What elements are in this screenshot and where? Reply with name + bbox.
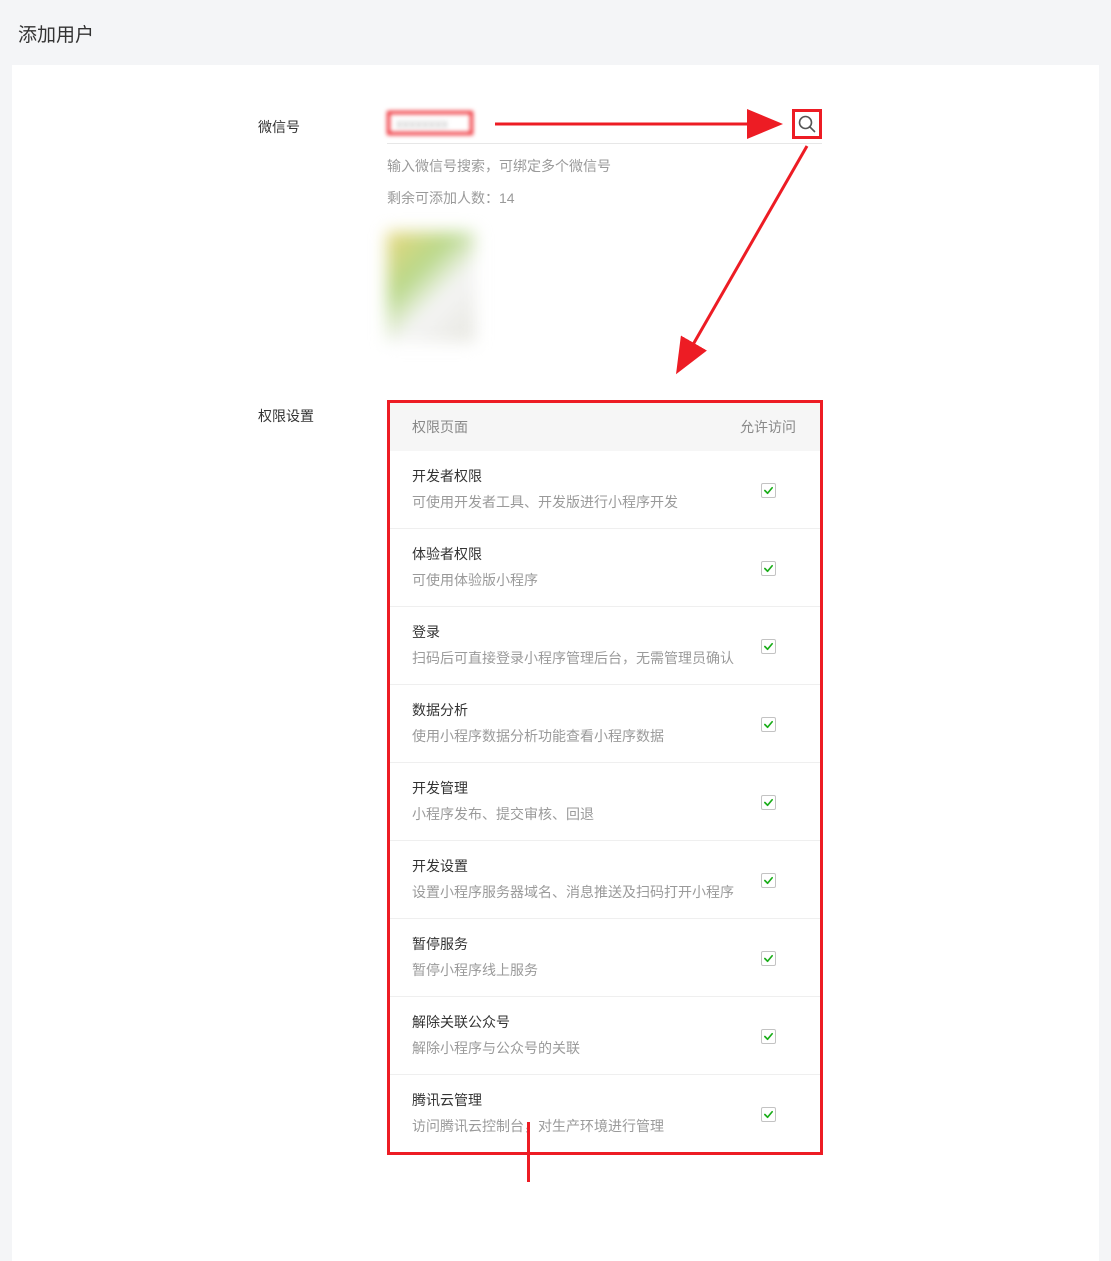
permissions-panel: 权限页面 允许访问 开发者权限可使用开发者工具、开发版进行小程序开发体验者权限可… <box>387 400 823 1155</box>
perm-text: 开发管理小程序发布、提交审核、回退 <box>412 778 738 824</box>
check-icon <box>763 719 774 730</box>
search-button[interactable] <box>792 109 822 139</box>
perm-title: 腾讯云管理 <box>412 1090 738 1110</box>
perm-desc: 设置小程序服务器域名、消息推送及扫码打开小程序 <box>412 882 738 902</box>
perm-check-wrap <box>738 871 798 888</box>
perm-text: 腾讯云管理访问腾讯云控制台，对生产环境进行管理 <box>412 1090 738 1136</box>
perm-check-wrap <box>738 1105 798 1122</box>
perm-checkbox[interactable] <box>761 717 776 732</box>
perm-row: 登录扫码后可直接登录小程序管理后台，无需管理员确认 <box>390 607 820 685</box>
perm-desc: 扫码后可直接登录小程序管理后台，无需管理员确认 <box>412 648 738 668</box>
annotation-bar-bottom <box>527 1122 530 1182</box>
perm-title: 解除关联公众号 <box>412 1012 738 1032</box>
perm-check-wrap <box>738 715 798 732</box>
perm-text: 数据分析使用小程序数据分析功能查看小程序数据 <box>412 700 738 746</box>
perm-text: 开发者权限可使用开发者工具、开发版进行小程序开发 <box>412 466 738 512</box>
perm-checkbox[interactable] <box>761 1107 776 1122</box>
perm-text: 登录扫码后可直接登录小程序管理后台，无需管理员确认 <box>412 622 738 668</box>
perm-check-wrap <box>738 1027 798 1044</box>
perm-text: 暂停服务暂停小程序线上服务 <box>412 934 738 980</box>
search-hint-1: 输入微信号搜索，可绑定多个微信号 <box>387 156 1099 176</box>
perm-header-page: 权限页面 <box>412 417 738 437</box>
perm-title: 登录 <box>412 622 738 642</box>
permissions-body: 开发者权限可使用开发者工具、开发版进行小程序开发体验者权限可使用体验版小程序登录… <box>390 451 820 1152</box>
perm-check-wrap <box>738 793 798 810</box>
remaining-count: 14 <box>499 190 515 206</box>
wechat-label: 微信号 <box>12 111 387 137</box>
perm-row: 数据分析使用小程序数据分析功能查看小程序数据 <box>390 685 820 763</box>
check-icon <box>763 797 774 808</box>
perm-checkbox[interactable] <box>761 639 776 654</box>
check-icon <box>763 1109 774 1120</box>
avatar <box>387 232 475 342</box>
permissions-header: 权限页面 允许访问 <box>390 403 820 451</box>
annotation-arrow-2 <box>667 141 827 381</box>
main-card: 微信号 xxxxxxxx 输入微信号搜索，可绑定多个微信号 剩余可添加人数：14 <box>12 65 1099 1261</box>
permissions-row: 权限设置 权限页面 允许访问 开发者权限可使用开发者工具、开发版进行小程序开发体… <box>12 400 1099 1155</box>
perm-check-wrap <box>738 949 798 966</box>
perm-row: 暂停服务暂停小程序线上服务 <box>390 919 820 997</box>
perm-checkbox[interactable] <box>761 951 776 966</box>
wechat-row: 微信号 xxxxxxxx 输入微信号搜索，可绑定多个微信号 剩余可添加人数：14 <box>12 111 1099 342</box>
search-icon <box>797 114 817 134</box>
perm-desc: 访问腾讯云控制台，对生产环境进行管理 <box>412 1116 738 1136</box>
perm-checkbox[interactable] <box>761 561 776 576</box>
perm-header-allow: 允许访问 <box>738 417 798 437</box>
perm-checkbox[interactable] <box>761 873 776 888</box>
perm-desc: 可使用开发者工具、开发版进行小程序开发 <box>412 492 738 512</box>
perm-desc: 小程序发布、提交审核、回退 <box>412 804 738 824</box>
perm-desc: 可使用体验版小程序 <box>412 570 738 590</box>
perm-row: 开发管理小程序发布、提交审核、回退 <box>390 763 820 841</box>
perm-checkbox[interactable] <box>761 795 776 810</box>
search-hint-2: 剩余可添加人数：14 <box>387 188 1099 208</box>
check-icon <box>763 1031 774 1042</box>
check-icon <box>763 953 774 964</box>
perm-row: 开发者权限可使用开发者工具、开发版进行小程序开发 <box>390 451 820 529</box>
check-icon <box>763 875 774 886</box>
permissions-label: 权限设置 <box>12 400 387 426</box>
page-title: 添加用户 <box>0 0 1111 65</box>
perm-row: 腾讯云管理访问腾讯云控制台，对生产环境进行管理 <box>390 1075 820 1152</box>
perm-title: 体验者权限 <box>412 544 738 564</box>
search-wrap: xxxxxxxx <box>387 111 822 144</box>
perm-desc: 暂停小程序线上服务 <box>412 960 738 980</box>
wechat-input[interactable]: xxxxxxxx <box>387 111 473 135</box>
permissions-content: 权限页面 允许访问 开发者权限可使用开发者工具、开发版进行小程序开发体验者权限可… <box>387 400 1099 1155</box>
perm-desc: 解除小程序与公众号的关联 <box>412 1038 738 1058</box>
perm-title: 开发管理 <box>412 778 738 798</box>
perm-text: 体验者权限可使用体验版小程序 <box>412 544 738 590</box>
perm-row: 开发设置设置小程序服务器域名、消息推送及扫码打开小程序 <box>390 841 820 919</box>
remaining-label: 剩余可添加人数： <box>387 190 499 206</box>
perm-desc: 使用小程序数据分析功能查看小程序数据 <box>412 726 738 746</box>
wechat-content: xxxxxxxx 输入微信号搜索，可绑定多个微信号 剩余可添加人数：14 <box>387 111 1099 342</box>
perm-check-wrap <box>738 637 798 654</box>
perm-checkbox[interactable] <box>761 483 776 498</box>
check-icon <box>763 485 774 496</box>
perm-row: 体验者权限可使用体验版小程序 <box>390 529 820 607</box>
perm-text: 开发设置设置小程序服务器域名、消息推送及扫码打开小程序 <box>412 856 738 902</box>
perm-row: 解除关联公众号解除小程序与公众号的关联 <box>390 997 820 1075</box>
perm-check-wrap <box>738 559 798 576</box>
perm-title: 开发者权限 <box>412 466 738 486</box>
check-icon <box>763 641 774 652</box>
check-icon <box>763 563 774 574</box>
perm-text: 解除关联公众号解除小程序与公众号的关联 <box>412 1012 738 1058</box>
perm-title: 暂停服务 <box>412 934 738 954</box>
perm-checkbox[interactable] <box>761 1029 776 1044</box>
perm-title: 数据分析 <box>412 700 738 720</box>
perm-check-wrap <box>738 481 798 498</box>
perm-title: 开发设置 <box>412 856 738 876</box>
